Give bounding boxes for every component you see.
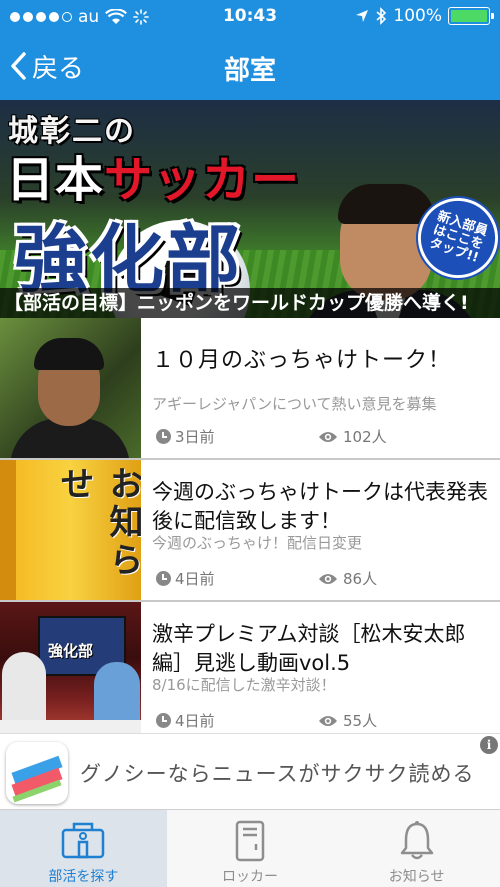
ad-info-icon[interactable]: i: [480, 736, 498, 754]
club-banner[interactable]: 城彰二の 日本サッカー 強化部 新入部員はここをタップ!! 【部活の目標】ニッポ…: [0, 100, 500, 318]
ad-banner[interactable]: グノシーならニュースがサクサク読める i: [0, 733, 500, 809]
item-time: 3日前: [156, 426, 215, 447]
clubhouse-icon: [62, 822, 105, 859]
item-time-label: 4日前: [175, 712, 215, 730]
club-goal-caption: 【部活の目標】ニッポンをワールドカップ優勝へ導く!: [0, 288, 500, 318]
item-views-label: 55人: [343, 712, 378, 730]
item-description: アギーレジャパンについて熱い意見を募集: [152, 395, 437, 413]
item-views-label: 86人: [343, 570, 378, 588]
item-time: 4日前: [156, 710, 215, 731]
page-title: 部室: [223, 56, 276, 86]
item-title: 今週のぶっちゃけトークは代表発表後に配信致します！: [152, 480, 488, 533]
gunosy-logo-icon: [6, 742, 68, 804]
notice-thumbnail-text: お知らせ: [54, 466, 141, 580]
status-right: 100%: [355, 6, 494, 26]
tab-label: ロッカー: [221, 869, 278, 885]
item-description: 今週のぶっちゃけ！配信日変更: [152, 534, 363, 552]
item-time-label: 3日前: [175, 428, 215, 446]
article-list: １０月のぶっちゃけトーク！ アギーレジャパンについて熱い意見を募集 3日前 10…: [0, 318, 500, 744]
item-thumbnail: お知らせ: [0, 460, 141, 600]
eye-icon: [319, 431, 337, 442]
tab-label: 部活を探す: [48, 869, 119, 885]
tab-locker[interactable]: ロッカー: [167, 810, 334, 887]
item-title: １０月のぶっちゃけトーク！: [152, 348, 452, 373]
list-item[interactable]: 強化部 激辛プレミアム対談［松木安太郎編］見逃し動画vol.5 8/16に配信し…: [0, 602, 500, 744]
tab-notifications[interactable]: お知らせ: [333, 810, 500, 887]
tab-bar: 部活を探す ロッカー お知らせ: [0, 809, 500, 887]
item-meta: 4日前 86人: [156, 568, 492, 588]
item-views: 102人: [318, 426, 387, 447]
top-bar: au 10:43 100% 戻る 部室: [0, 0, 500, 100]
status-bar: au 10:43 100%: [0, 0, 500, 34]
locker-icon: [235, 820, 265, 862]
tab-find-clubs[interactable]: 部活を探す: [0, 810, 167, 887]
bell-icon: [400, 821, 433, 860]
navigation-bar: 戻る 部室: [0, 34, 500, 100]
eye-icon: [319, 573, 337, 584]
item-meta: 3日前 102人: [156, 426, 492, 446]
battery-icon: [448, 7, 494, 25]
location-arrow-icon: [356, 10, 369, 22]
battery-fill: [451, 10, 487, 22]
clock-icon: [156, 713, 171, 728]
item-description: 8/16に配信した激辛対談！: [152, 676, 336, 694]
clock-icon: [156, 571, 171, 586]
battery-percent: 100%: [393, 6, 442, 26]
list-item[interactable]: １０月のぶっちゃけトーク！ アギーレジャパンについて熱い意見を募集 3日前 10…: [0, 318, 500, 460]
item-thumbnail: [0, 318, 141, 458]
tab-label: お知らせ: [388, 869, 445, 885]
list-item[interactable]: お知らせ 今週のぶっちゃけトークは代表発表後に配信致します！ 今週のぶっちゃけ！…: [0, 460, 500, 602]
ad-text: グノシーならニュースがサクサク読める: [80, 762, 475, 786]
item-thumbnail: 強化部: [0, 602, 141, 742]
item-time: 4日前: [156, 568, 215, 589]
item-title: 激辛プレミアム対談［松木安太郎編］見逃し動画vol.5: [152, 622, 466, 675]
bluetooth-icon: [376, 7, 387, 25]
item-meta: 4日前 55人: [156, 710, 492, 730]
clock-icon: [156, 429, 171, 444]
item-time-label: 4日前: [175, 570, 215, 588]
eye-icon: [319, 715, 337, 726]
item-views: 55人: [318, 710, 377, 731]
item-views: 86人: [318, 568, 377, 589]
item-views-label: 102人: [343, 428, 387, 446]
thumbnail-screen-text: 強化部: [48, 642, 94, 660]
